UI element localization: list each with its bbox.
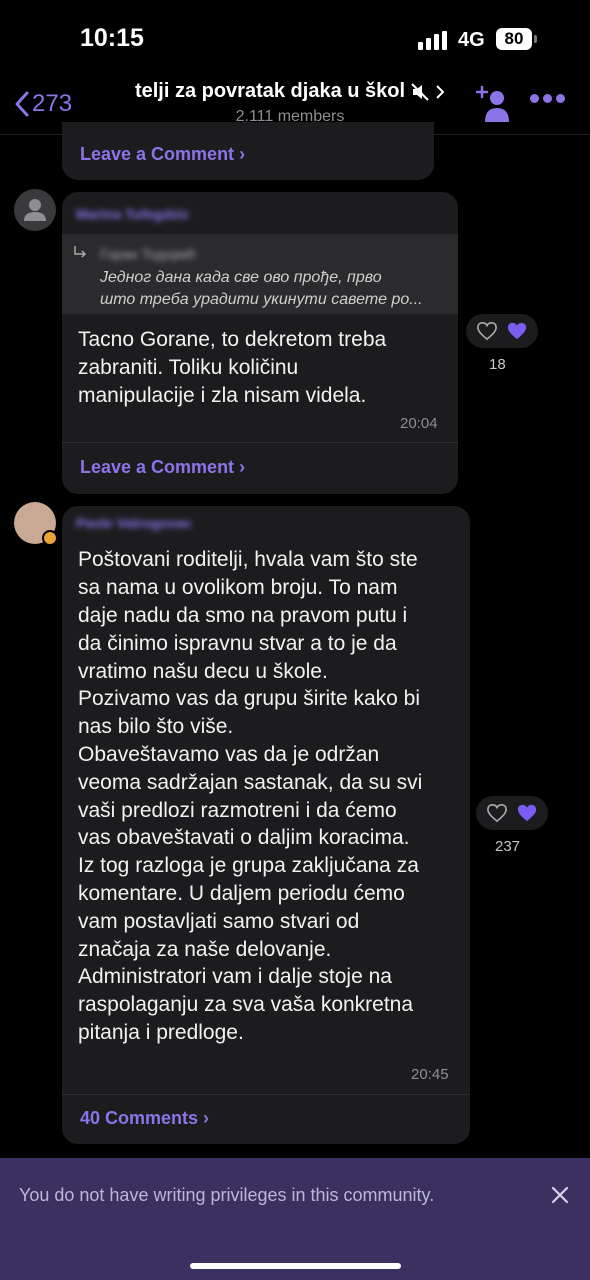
comments-link[interactable]: 40 Comments › <box>80 1108 209 1129</box>
message-line: vaši predlozi razmotreni i da ćemo <box>78 799 397 822</box>
status-bar: 10:15 4G 80 <box>0 0 590 78</box>
community-title-row: telji za povratak djaka u škol <box>120 80 460 103</box>
community-title: telji za povratak djaka u škol <box>134 80 406 102</box>
network-type: 4G <box>458 29 485 51</box>
reply-text-line: Једног дана када све ово прође, прво <box>100 269 382 286</box>
close-icon[interactable] <box>551 1186 569 1204</box>
message-line: Poštovani roditelji, hvala vam što ste <box>78 548 418 571</box>
community-info[interactable]: telji za povratak djaka u škol 2.111 mem… <box>120 80 460 126</box>
message-line: značaja za naše delovanje. <box>78 938 332 961</box>
reply-author: Горан Тодорић <box>100 246 196 262</box>
reply-text-line: што треба урадити укинути савете ро... <box>100 291 423 308</box>
chevron-right-icon <box>436 84 445 99</box>
back-count: 273 <box>32 90 73 117</box>
message-line: zabraniti. Toliku količinu <box>78 356 299 379</box>
heart-outline-icon[interactable] <box>486 803 508 823</box>
reply-arrow-icon <box>74 246 87 258</box>
message-line: pitanja i predloge. <box>78 1021 244 1044</box>
avatar[interactable] <box>14 189 56 231</box>
more-icon[interactable] <box>530 94 565 103</box>
message-line: Obaveštavamo vas da je održan <box>78 743 380 766</box>
message-line: komentare. U daljem periodu ćemo <box>78 882 405 905</box>
sender-name: Pavle Vatrogovac <box>76 515 192 531</box>
add-member-icon[interactable] <box>476 84 512 124</box>
heart-icon[interactable] <box>516 803 538 823</box>
admin-badge <box>42 530 58 546</box>
reaction-button[interactable] <box>466 314 538 348</box>
message-bubble-1: Leave a Comment › <box>62 122 434 180</box>
message-line: veoma sadržajan sastanak, da su svi <box>78 771 423 794</box>
status-time: 10:15 <box>80 24 144 52</box>
comment-link-label: Leave a Comment <box>80 457 235 477</box>
home-indicator[interactable] <box>190 1263 401 1269</box>
message-line: Administratori vam i dalje stoje na <box>78 965 392 988</box>
avatar[interactable] <box>14 502 58 546</box>
reply-quote[interactable]: Горан Тодорић Једног дана када све ово п… <box>62 234 458 314</box>
divider <box>62 442 458 443</box>
signal-icon <box>418 31 447 50</box>
message-line: daje nadu da smo na pravom putu i <box>78 604 408 627</box>
message-time: 20:04 <box>400 415 438 432</box>
message-line: vas obaveštavati o daljim koracima. <box>78 826 410 849</box>
battery-icon: 80 <box>496 28 532 50</box>
message-time: 20:45 <box>411 1066 449 1083</box>
leave-comment-link-1[interactable]: Leave a Comment › <box>80 144 245 165</box>
leave-comment-link-2[interactable]: Leave a Comment › <box>80 457 245 478</box>
heart-icon[interactable] <box>506 321 528 341</box>
message-line: vam postavljati samo stvari od <box>78 910 360 933</box>
writing-privileges-banner: You do not have writing privileges in th… <box>0 1158 590 1280</box>
message-line: da činimo ispravnu stvar a to je da <box>78 632 397 655</box>
mute-icon <box>411 82 429 101</box>
message-bubble-3: Pavle Vatrogovac Poštovani roditelji, hv… <box>62 506 470 1144</box>
message-line: Pozivamo vas da grupu širite kako bi <box>78 687 420 710</box>
message-line: nas bilo što više. <box>78 715 234 738</box>
message-line: Iz tog razloga je grupa zaključana za <box>78 854 419 877</box>
message-line: raspolaganju za sva vaša konkretna <box>78 993 414 1016</box>
avatar-placeholder-icon <box>24 199 46 221</box>
back-chevron-icon <box>15 91 29 117</box>
reaction-button[interactable] <box>476 796 548 830</box>
message-line: Tacno Gorane, to dekretom treba <box>78 328 387 351</box>
divider <box>62 1094 470 1095</box>
message-line: vratimo našu decu u škole. <box>78 660 328 683</box>
message-bubble-2: Marina Tufegdzic Горан Тодорић Једног да… <box>62 192 458 494</box>
message-line: sa nama u ovolikom broju. To nam <box>78 576 398 599</box>
heart-outline-icon[interactable] <box>476 321 498 341</box>
message-line: manipulacije i zla nisam videla. <box>78 384 367 407</box>
no-privileges-notice: You do not have writing privileges in th… <box>19 1185 435 1205</box>
comment-link-label: 40 Comments <box>80 1108 199 1128</box>
reaction-count: 18 <box>489 356 506 373</box>
reaction-count: 237 <box>495 838 521 855</box>
battery-tip <box>534 35 537 43</box>
comment-link-label: Leave a Comment <box>80 144 235 164</box>
sender-name: Marina Tufegdzic <box>76 206 190 222</box>
back-button[interactable]: 273 <box>14 90 72 118</box>
